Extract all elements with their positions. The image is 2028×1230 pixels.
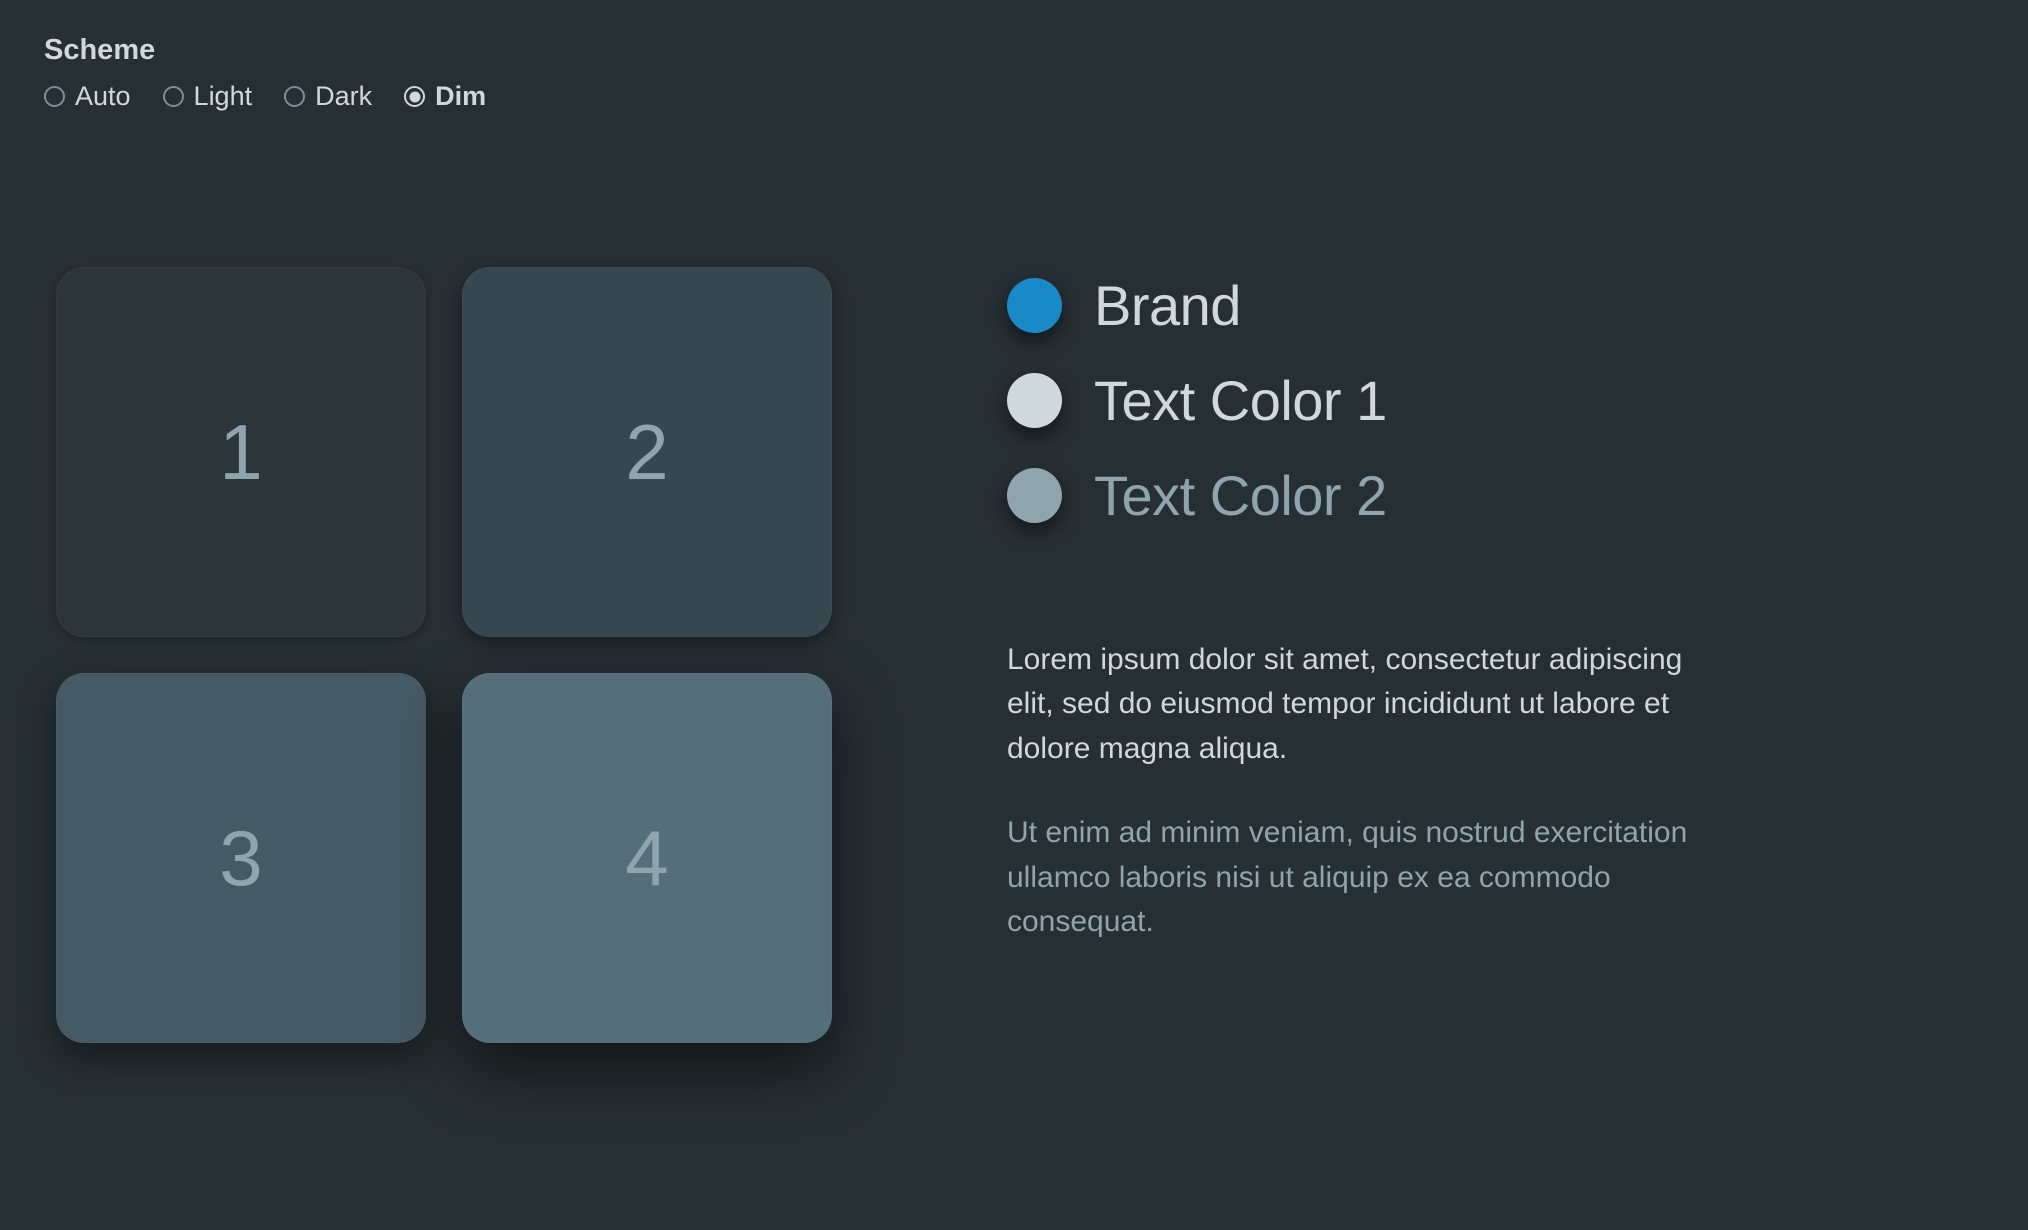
swatch-label: Text Color 1 (1094, 368, 1387, 433)
radio-icon (284, 86, 305, 107)
swatch-label: Brand (1094, 273, 1241, 338)
swatch-brand: Brand (1007, 273, 1984, 338)
elevation-card-2: 2 (462, 267, 832, 637)
scheme-radio-auto[interactable]: Auto (44, 81, 131, 112)
paragraph-1: Lorem ipsum dolor sit amet, consectetur … (1007, 638, 1727, 771)
scheme-radio-group: Auto Light Dark Dim (44, 81, 1984, 112)
content-area: 1 2 3 4 Brand Text Color 1 Text Color 2 … (44, 267, 1984, 1043)
swatch-dot-icon (1007, 278, 1062, 333)
radio-icon (163, 86, 184, 107)
paragraphs: Lorem ipsum dolor sit amet, consectetur … (1007, 638, 1727, 944)
radio-label: Dim (435, 81, 486, 112)
swatch-dot-icon (1007, 468, 1062, 523)
radio-label: Auto (75, 81, 131, 112)
swatch-text-color-1: Text Color 1 (1007, 368, 1984, 433)
radio-label: Light (194, 81, 253, 112)
elevation-card-3: 3 (56, 673, 426, 1043)
radio-icon (404, 86, 425, 107)
swatch-dot-icon (1007, 373, 1062, 428)
swatch-list: Brand Text Color 1 Text Color 2 (1007, 273, 1984, 528)
right-column: Brand Text Color 1 Text Color 2 Lorem ip… (1007, 267, 1984, 944)
swatch-label: Text Color 2 (1094, 463, 1387, 528)
radio-label: Dark (315, 81, 372, 112)
scheme-heading: Scheme (44, 34, 1984, 67)
elevation-card-1: 1 (56, 267, 426, 637)
scheme-radio-light[interactable]: Light (163, 81, 253, 112)
elevation-card-4: 4 (462, 673, 832, 1043)
elevation-grid: 1 2 3 4 (56, 267, 832, 1043)
radio-icon (44, 86, 65, 107)
swatch-text-color-2: Text Color 2 (1007, 463, 1984, 528)
scheme-radio-dark[interactable]: Dark (284, 81, 372, 112)
paragraph-2: Ut enim ad minim veniam, quis nostrud ex… (1007, 811, 1727, 944)
scheme-radio-dim[interactable]: Dim (404, 81, 486, 112)
